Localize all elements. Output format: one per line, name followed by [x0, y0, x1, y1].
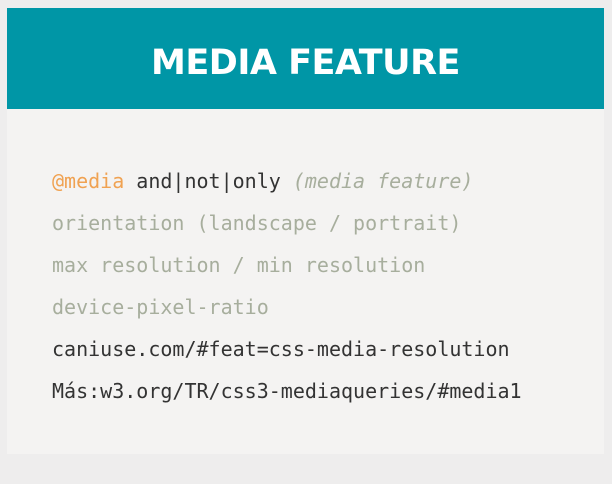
- slide-title: MEDIA FEATURE: [151, 42, 460, 83]
- slide-header: MEDIA FEATURE: [7, 8, 604, 109]
- pixel-ratio-line: device-pixel-ratio: [52, 295, 269, 319]
- media-feature-placeholder: (media feature): [292, 169, 474, 193]
- resolution-line: max resolution / min resolution: [52, 253, 426, 277]
- slide: MEDIA FEATURE @media and|not|only (media…: [7, 8, 604, 454]
- at-rule-keyword: @media: [52, 169, 125, 193]
- orientation-line: orientation (landscape / portrait): [52, 211, 462, 235]
- syntax-line: @media and|not|only (media feature): [52, 164, 522, 206]
- logical-operators: and|not|only: [124, 169, 293, 193]
- more-info-link: Más:w3.org/TR/css3-mediaqueries/#media1: [52, 379, 522, 403]
- caniuse-link: caniuse.com/#feat=css-media-resolution: [52, 337, 510, 361]
- slide-body: @media and|not|only (media feature) orie…: [52, 164, 522, 416]
